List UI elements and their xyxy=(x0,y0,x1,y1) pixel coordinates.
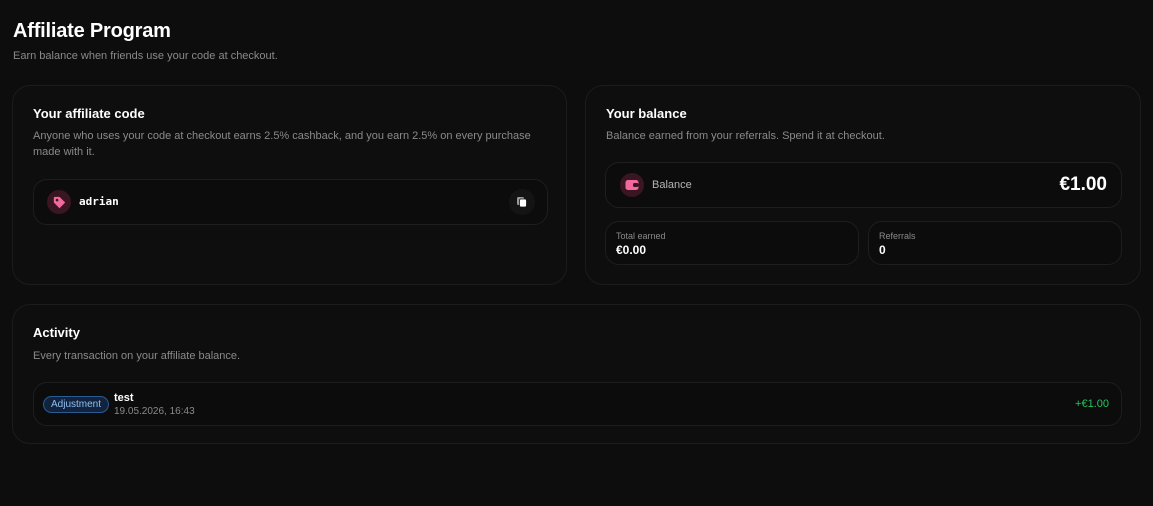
transaction-amount: +€1.00 xyxy=(1075,398,1109,410)
total-earned-value: €0.00 xyxy=(616,243,647,257)
affiliate-code-description: Anyone who uses your code at checkout ea… xyxy=(33,128,553,160)
balance-description: Balance earned from your referrals. Spen… xyxy=(606,130,885,142)
wallet-icon xyxy=(620,173,644,197)
total-earned-box: Total earned €0.00 xyxy=(605,221,859,265)
affiliate-code-description-line2: made with it. xyxy=(33,146,95,158)
activity-title: Activity xyxy=(33,325,80,340)
transaction-row[interactable]: Adjustment test 19.05.2026, 16:43 +€1.00 xyxy=(33,382,1122,426)
transaction-type-badge: Adjustment xyxy=(43,396,110,413)
total-earned-label: Total earned xyxy=(616,231,666,241)
page-subtitle: Earn balance when friends use your code … xyxy=(13,50,278,62)
balance-label: Balance xyxy=(652,179,692,191)
affiliate-code-card: Your affiliate code Anyone who uses your… xyxy=(12,85,567,285)
affiliate-code-description-line1: Anyone who uses your code at checkout ea… xyxy=(33,130,531,142)
page-title: Affiliate Program xyxy=(13,20,171,42)
tag-icon xyxy=(47,190,71,214)
referrals-box: Referrals 0 xyxy=(868,221,1122,265)
copy-code-button[interactable] xyxy=(509,189,535,215)
balance-value: €1.00 xyxy=(1059,174,1107,195)
balance-box: Balance €1.00 xyxy=(605,162,1122,208)
activity-description: Every transaction on your affiliate bala… xyxy=(33,350,241,362)
copy-icon xyxy=(517,197,527,208)
referrals-value: 0 xyxy=(879,243,886,257)
affiliate-code-title: Your affiliate code xyxy=(33,106,145,121)
activity-card: Activity Every transaction on your affil… xyxy=(12,304,1141,444)
balance-title: Your balance xyxy=(606,106,687,121)
affiliate-code-box: adrian xyxy=(33,179,548,225)
referrals-label: Referrals xyxy=(879,231,916,241)
transaction-date: 19.05.2026, 16:43 xyxy=(114,406,195,417)
affiliate-code-value[interactable]: adrian xyxy=(79,195,119,208)
balance-card: Your balance Balance earned from your re… xyxy=(585,85,1141,285)
transaction-title: test xyxy=(114,392,134,404)
